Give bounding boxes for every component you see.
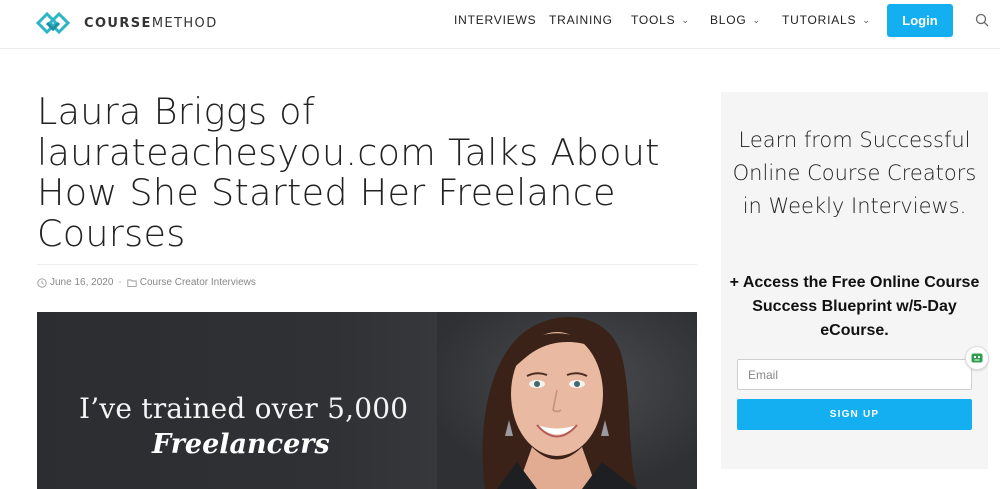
folder-icon <box>127 279 137 287</box>
chat-widget-icon[interactable] <box>965 346 989 370</box>
clock-icon <box>37 277 47 288</box>
chevron-down-icon: ⌄ <box>752 15 761 25</box>
portrait-image <box>437 312 697 489</box>
login-button[interactable]: Login <box>887 4 953 37</box>
site-logo[interactable]: COURSEMETHOD <box>36 9 218 37</box>
sidebar-heading: Learn from Successful Online Course Crea… <box>732 128 977 218</box>
email-field[interactable] <box>737 359 972 390</box>
featured-image: I’ve trained over 5,000 Freelancers <box>37 312 697 489</box>
sidebar-subheading: + Access the Free Online Course Success … <box>729 274 980 339</box>
chevron-down-icon: ⌄ <box>862 15 871 25</box>
meta-separator: - <box>118 277 122 288</box>
site-header: COURSEMETHOD INTERVIEWS TRAINING TOOLS ⌄ … <box>0 0 1000 49</box>
hero-headline: I’ve trained over 5,000 <box>79 392 409 425</box>
article-title: Laura Briggs of laurateachesyou.com Talk… <box>37 90 660 255</box>
post-date: June 16, 2020 <box>50 277 114 288</box>
title-divider <box>37 264 697 265</box>
post-category-link[interactable]: Course Creator Interviews <box>140 277 256 288</box>
chevron-down-icon: ⌄ <box>681 15 690 25</box>
nav-interviews[interactable]: INTERVIEWS <box>454 13 536 27</box>
search-icon[interactable] <box>975 13 989 27</box>
hero-headline-emphasis: Freelancers <box>152 429 330 460</box>
diamond-logo-icon <box>36 11 71 35</box>
post-meta: June 16, 2020 - Course Creator Interview… <box>37 277 256 288</box>
nav-blog[interactable]: BLOG ⌄ <box>710 13 761 27</box>
logo-wordmark: COURSEMETHOD <box>84 15 218 31</box>
nav-training[interactable]: TRAINING <box>549 13 613 27</box>
nav-tutorials[interactable]: TUTORIALS ⌄ <box>782 13 871 27</box>
signup-button[interactable]: SIGN UP <box>737 399 972 430</box>
robot-icon <box>971 353 983 363</box>
nav-tools[interactable]: TOOLS ⌄ <box>631 13 690 27</box>
newsletter-sidebar: Learn from Successful Online Course Crea… <box>721 92 988 469</box>
